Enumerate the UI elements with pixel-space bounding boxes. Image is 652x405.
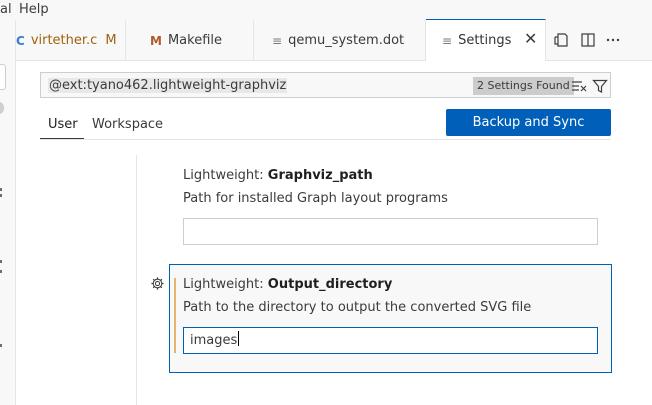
setting-name: Graphviz_path [267,168,373,183]
setting-name: Output_directory [267,277,393,292]
settings-file-icon: ≡ [442,33,453,48]
tab-makefile[interactable]: M Makefile [126,20,254,61]
tab-qemu-system-dot[interactable]: ≡ qemu_system.dot [254,20,426,61]
menu-item-help[interactable]: Help [19,2,49,17]
tab-user[interactable]: User [48,117,78,132]
split-editor-icon[interactable] [580,32,596,48]
tab-label: Makefile [167,33,222,48]
sidebar-edge [0,20,16,405]
settings-found-badge: 2 Settings Found [473,77,574,95]
setting-description: Path to the directory to output the conv… [183,300,532,315]
filter-icon[interactable] [592,78,608,94]
tab-settings[interactable]: ≡ Settings ✕ [426,19,546,61]
modified-badge: M [105,33,117,48]
sidebar-scroll-dot [0,102,4,114]
close-icon[interactable]: ✕ [524,29,537,48]
output-directory-value: images [190,333,238,348]
modified-indicator [174,278,176,353]
file-icon: ≡ [272,33,283,48]
setting-title-graphviz-path: Lightweight: Graphviz_path [183,168,373,183]
sidebar-tick [0,194,2,197]
makefile-icon: M [150,33,162,48]
search-query-text: @ext:tyano462.lightweight-graphviz [48,78,288,93]
settings-search-input[interactable]: @ext:tyano462.lightweight-graphviz 2 Set… [40,72,611,98]
setting-category: Lightweight: [183,168,268,183]
setting-title-output-directory: Lightweight: Output_directory [183,277,392,292]
c-file-icon: C [16,33,25,48]
more-actions-icon[interactable] [605,32,621,48]
toc-divider [136,155,137,405]
tab-label: qemu_system.dot [288,33,405,48]
output-directory-input[interactable]: images [183,327,598,354]
tab-label: Settings [458,33,512,48]
sidebar-tick [0,344,2,347]
menu-bar: al Help [0,0,652,20]
menu-item-terminal[interactable]: al [0,2,12,17]
graphviz-path-input[interactable] [183,218,598,245]
tab-workspace[interactable]: Workspace [92,117,163,132]
tab-label: virtether.c [30,33,98,48]
sidebar-tick [0,270,2,273]
tab-virtether-c[interactable]: C virtether.c M [16,20,126,61]
setting-category: Lightweight: [183,277,268,292]
setting-description: Path for installed Graph layout programs [183,191,448,206]
gear-icon[interactable] [150,276,165,291]
sidebar-tick [0,260,2,263]
clear-filter-icon[interactable] [571,78,587,94]
open-settings-json-icon[interactable] [554,32,570,48]
text-caret [238,331,240,346]
backup-and-sync-button[interactable]: Backup and Sync Settings [446,109,611,157]
sidebar-input-edge[interactable] [0,64,6,90]
sidebar-tick [0,188,2,191]
active-scope-underline [40,138,84,139]
